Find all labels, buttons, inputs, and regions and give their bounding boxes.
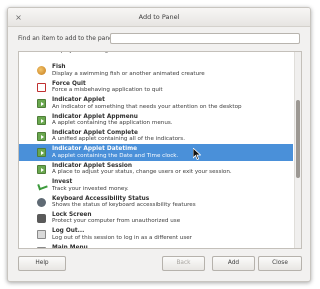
lock-icon	[37, 213, 46, 223]
item-description: An indicator of something that needs you…	[52, 103, 242, 110]
list-item[interactable]: Keyboard Accessibility Status Shows the s…	[19, 194, 293, 210]
list-item[interactable]: Indicator Applet Datetime A applet contai…	[19, 144, 293, 161]
applet-list[interactable]: Display a swimming fish or another anima…	[18, 51, 302, 249]
applet-icon	[37, 164, 46, 174]
applet-icon	[37, 131, 46, 141]
find-row: Find an item to add to the panel:	[18, 33, 302, 44]
item-description: Display a swimming fish or another anima…	[52, 70, 205, 77]
item-name: Indicator Applet Datetime	[52, 146, 138, 153]
item-description: A applet containing the application menu…	[52, 120, 173, 127]
add-to-panel-dialog: × Add to Panel Find an item to add to th…	[7, 7, 311, 282]
item-name: Fish	[52, 64, 66, 71]
list-item[interactable]: Indicator Applet Appmenu A applet contain…	[19, 112, 293, 128]
item-description: A unified applet containing all of the i…	[52, 136, 185, 143]
applet-icon	[37, 148, 46, 158]
list-item[interactable]: Invest Track your invested money.	[19, 177, 293, 193]
item-description: A place to adjust your status, change us…	[52, 169, 232, 176]
item-description: A applet containing the Date and Time cl…	[52, 152, 179, 159]
back-button[interactable]: Back	[162, 256, 205, 271]
item-description: Log out of this session to log in as a d…	[52, 234, 192, 241]
item-name: Force Quit	[52, 80, 86, 87]
scrollbar-thumb[interactable]	[296, 100, 300, 178]
force-quit-icon	[37, 82, 46, 92]
help-button[interactable]: Help	[18, 256, 66, 271]
list-item[interactable]: Indicator Applet Session A place to adjus…	[19, 161, 293, 177]
titlebar: × Add to Panel	[8, 8, 310, 27]
applet-icon	[37, 115, 46, 125]
close-button[interactable]: Close	[258, 256, 302, 271]
list-item[interactable]: Lock Screen Protect your computer from un…	[19, 210, 293, 226]
item-name: Main Menu	[52, 244, 88, 249]
menu-icon	[37, 246, 46, 248]
search-input[interactable]	[110, 33, 300, 44]
item-description: Force a misbehaving application to quit	[52, 87, 163, 94]
add-button[interactable]: Add	[212, 256, 255, 271]
list-item[interactable]: Indicator Applet An indicator of somethin…	[19, 95, 293, 111]
item-description: Display a swimming fish or another anima…	[52, 51, 205, 54]
item-description: Shows the status of keyboard accessibili…	[52, 202, 196, 209]
invest-icon	[37, 181, 46, 191]
fish-icon	[37, 66, 46, 76]
applet-items: Display a swimming fish or another anima…	[19, 51, 293, 249]
item-description: Protect your computer from unauthorized …	[52, 218, 181, 225]
keyboard-icon	[37, 197, 46, 207]
item-name: Invest	[52, 179, 73, 186]
button-row: Help Back Add Close	[18, 256, 302, 271]
item-name: Indicator Applet Complete	[52, 129, 138, 136]
item-name: Indicator Applet	[52, 97, 105, 104]
list-item[interactable]: Fish Display a swimming fish or another a…	[19, 62, 293, 78]
window-title: Add to Panel	[138, 13, 180, 21]
list-item[interactable]: Display a swimming fish or another anima…	[19, 51, 293, 62]
item-name: Indicator Applet Session	[52, 162, 132, 169]
list-item[interactable]: Log Out... Log out of this session to log…	[19, 226, 293, 242]
item-name: Indicator Applet Appmenu	[52, 113, 138, 120]
item-name: Keyboard Accessibility Status	[52, 195, 150, 202]
list-item[interactable]: Main Menu	[19, 243, 293, 249]
item-name: Lock Screen	[52, 211, 92, 218]
item-name: Log Out...	[52, 228, 85, 235]
list-item[interactable]: Force Quit Force a misbehaving applicatio…	[19, 79, 293, 95]
logout-icon	[37, 230, 46, 240]
list-item[interactable]: Indicator Applet Complete A unified apple…	[19, 128, 293, 144]
find-label: Find an item to add to the panel:	[18, 35, 117, 42]
item-description: Track your invested money.	[52, 185, 129, 192]
scrollbar[interactable]	[294, 52, 301, 248]
applet-icon	[37, 99, 46, 109]
